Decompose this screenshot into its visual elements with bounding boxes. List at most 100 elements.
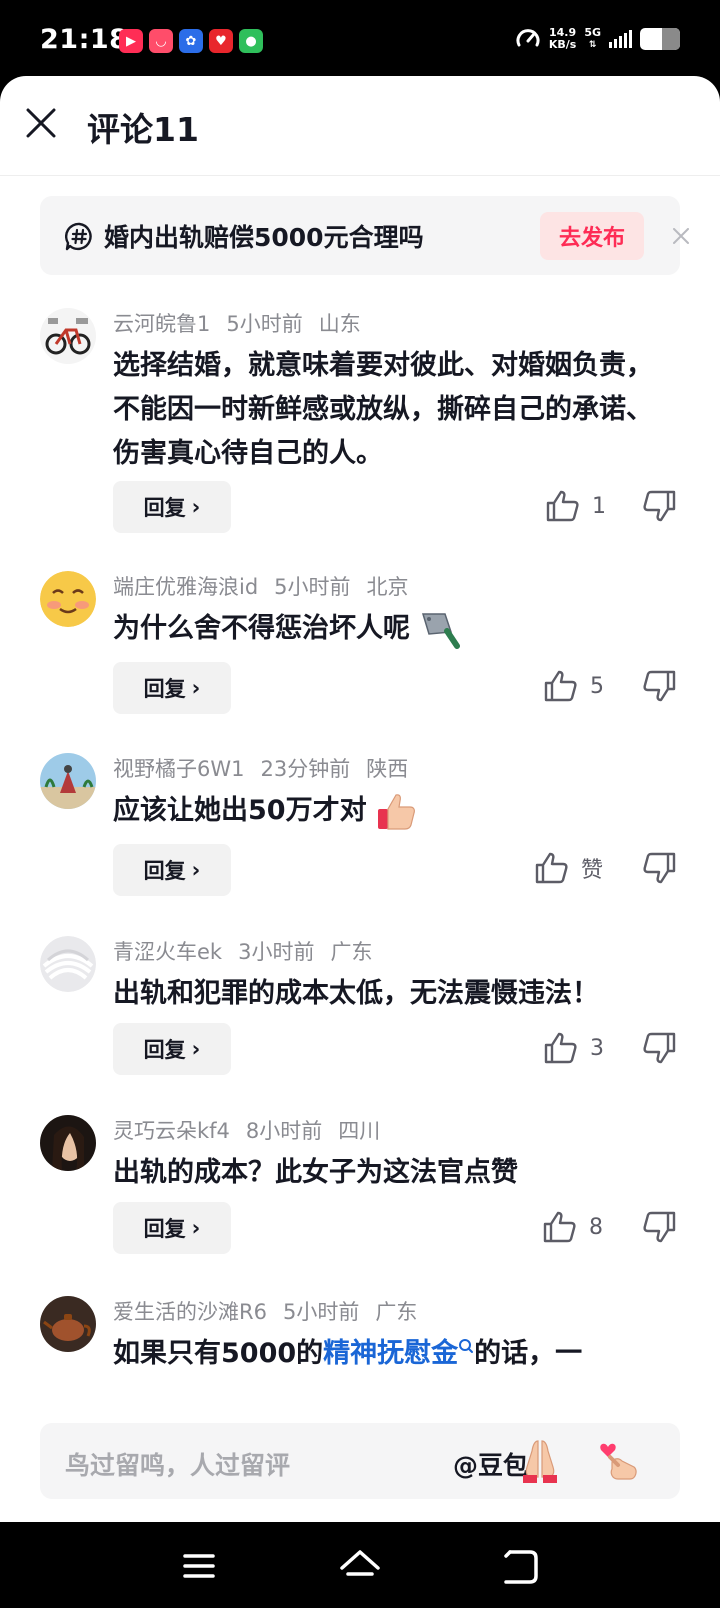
teapot-avatar[interactable]: [40, 1296, 96, 1352]
like-button[interactable]: 赞: [535, 852, 603, 884]
like-count: 5: [590, 673, 604, 699]
comment-text: 出轨和犯罪的成本太低，无法震慑违法！: [113, 978, 599, 1009]
thumbs-down-icon[interactable]: [642, 852, 676, 884]
reply-label: 回复: [143, 677, 186, 701]
reply-label: 回复: [143, 496, 186, 520]
hashtag-icon: [65, 222, 92, 251]
sheet-header: 评论11: [0, 76, 720, 176]
thumbs-up-icon: [544, 1032, 577, 1064]
comment-username[interactable]: 云河皖鲁1: [113, 308, 210, 338]
thumbs-up-icon: [546, 490, 579, 522]
thumbs-down-icon[interactable]: [642, 1211, 676, 1243]
comment-location: 广东: [330, 940, 373, 964]
thumbs-up-icon: [535, 852, 568, 884]
status-app-icons: ▶ ◡ ✿ ♥ ●: [119, 29, 263, 53]
finger-heart-icon[interactable]: [596, 1437, 642, 1485]
comment-input-bar[interactable]: 鸟过留鸣，人过留评 @豆包: [40, 1423, 680, 1499]
thumbs-up-icon: [544, 670, 577, 702]
signal-icon: [609, 30, 632, 48]
chevron-right-icon: ›: [191, 858, 201, 882]
back-icon[interactable]: [496, 1542, 544, 1590]
comment-sheet: 评论11 婚内出轨赔偿5000元合理吗 去发布 云河皖鲁1 5小时前 山东 选择…: [0, 76, 720, 1522]
navigation-bar: [0, 1522, 720, 1608]
thumbs-down-icon[interactable]: [642, 490, 676, 522]
thumbs-down-icon[interactable]: [642, 670, 676, 702]
comment-meta: 视野橘子6W1 23分钟前 陕西: [113, 753, 408, 783]
woman-avatar[interactable]: [40, 1115, 96, 1171]
thumbs-down-icon[interactable]: [642, 1032, 676, 1064]
chevron-right-icon: ›: [191, 1037, 201, 1061]
menu-icon[interactable]: [175, 1542, 223, 1590]
comment-text: 选择结婚，就意味着要对彼此、对婚姻负责，不能因一时新鲜感或放纵，撕碎自己的承诺、…: [113, 350, 653, 469]
chevron-right-icon: ›: [191, 495, 201, 519]
comment-text-body: 为什么舍不得惩治坏人呢: [113, 613, 410, 644]
status-bar: 21:18 ▶ ◡ ✿ ♥ ● 14.9 KB/s 5G ⇅: [0, 0, 720, 80]
tv-app-icon: ◡: [149, 29, 173, 53]
video-app-icon: ▶: [119, 29, 143, 53]
comment-username[interactable]: 青涩火车ek: [113, 936, 222, 966]
close-icon[interactable]: [22, 104, 60, 142]
praying-hands-icon[interactable]: [517, 1437, 563, 1485]
like-count: 赞: [581, 858, 604, 883]
reply-button[interactable]: 回复 ›: [113, 481, 231, 533]
comment-meta: 灵巧云朵kf4 8小时前 四川: [113, 1115, 380, 1145]
search-link[interactable]: 精神抚慰金: [323, 1338, 458, 1369]
comment-meta: 云河皖鲁1 5小时前 山东: [113, 308, 361, 338]
reply-button[interactable]: 回复 ›: [113, 844, 231, 896]
baidu-app-icon: ✿: [179, 29, 203, 53]
like-button[interactable]: 5: [544, 670, 604, 702]
status-indicators: 14.9 KB/s 5G ⇅: [515, 26, 680, 52]
abstract-avatar[interactable]: [40, 936, 96, 992]
comment-input-placeholder[interactable]: 鸟过留鸣，人过留评: [65, 1446, 290, 1482]
reply-label: 回复: [143, 1038, 186, 1062]
network-type: 5G: [584, 26, 601, 39]
beach-avatar[interactable]: [40, 753, 96, 809]
chevron-right-icon: ›: [191, 676, 201, 700]
like-count: 3: [590, 1035, 604, 1061]
comment-username[interactable]: 端庄优雅海浪id: [113, 571, 258, 601]
like-count: 8: [589, 1214, 603, 1240]
comment-meta: 端庄优雅海浪id 5小时前 北京: [113, 571, 409, 601]
comment-location: 广东: [375, 1300, 418, 1324]
comment-location: 四川: [338, 1119, 381, 1143]
bicycle-avatar[interactable]: [40, 308, 96, 364]
network-indicator: 5G ⇅: [584, 27, 601, 51]
battery-icon: [640, 28, 680, 50]
comment-username[interactable]: 视野橘子6W1: [113, 753, 245, 783]
dismiss-topic-icon[interactable]: [673, 228, 689, 244]
status-time: 21:18: [40, 24, 129, 55]
comment-username[interactable]: 灵巧云朵kf4: [113, 1115, 230, 1145]
comment-text: 为什么舍不得惩治坏人呢: [113, 607, 673, 651]
comment-time: 23分钟前: [260, 757, 351, 781]
topic-banner[interactable]: 婚内出轨赔偿5000元合理吗 去发布: [40, 196, 689, 275]
comments-title: 评论11: [87, 110, 199, 149]
comment-text-body: 应该让她出50万才对: [113, 795, 367, 826]
comment-time: 3小时前: [238, 940, 315, 964]
comment-text: 如果只有5000的精神抚慰金 的话，一: [113, 1332, 693, 1376]
reply-button[interactable]: 回复 ›: [113, 1023, 231, 1075]
publish-button[interactable]: 去发布: [540, 212, 644, 260]
like-button[interactable]: 3: [544, 1032, 604, 1064]
smiley-avatar[interactable]: [40, 571, 96, 627]
comment-time: 5小时前: [282, 1300, 360, 1324]
red-app-icon: ♥: [209, 29, 233, 53]
cleaver-emoji: [422, 612, 461, 649]
comment-location: 北京: [366, 575, 409, 599]
like-button[interactable]: 1: [546, 490, 606, 522]
comment-meta: 爱生活的沙滩R6 5小时前 广东: [113, 1296, 417, 1326]
comment-time: 5小时前: [274, 575, 351, 599]
network-speed: 14.9 KB/s: [549, 27, 576, 51]
reply-button[interactable]: 回复 ›: [113, 1202, 231, 1254]
comment-text: 出轨的成本？此女子为这法官点赞: [113, 1157, 518, 1188]
like-button[interactable]: 8: [543, 1211, 603, 1243]
comment-location: 陕西: [366, 757, 409, 781]
home-icon[interactable]: [336, 1542, 384, 1590]
reply-label: 回复: [143, 1217, 186, 1241]
comment-text-after: 的话，一: [474, 1338, 583, 1369]
chevron-right-icon: ›: [191, 1216, 201, 1240]
thumbs-up-emoji: [377, 793, 415, 830]
comment-username[interactable]: 爱生活的沙滩R6: [113, 1296, 267, 1326]
search-icon[interactable]: [458, 1338, 474, 1356]
reply-button[interactable]: 回复 ›: [113, 662, 231, 714]
speedometer-icon: [516, 29, 540, 47]
